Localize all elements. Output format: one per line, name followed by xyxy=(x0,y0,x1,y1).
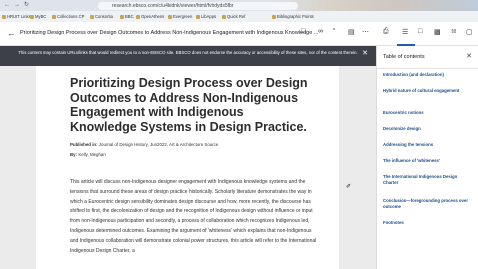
toc-title: Table of contents xyxy=(383,54,425,60)
article-abstract: This article will discuss non-Indigenous… xyxy=(70,179,317,254)
bookmark-item[interactable]: Collections CP xyxy=(52,13,84,20)
bookmark-item[interactable]: MyBC xyxy=(30,13,46,20)
table-of-contents-panel: Table of contents ✕ Introduction (and de… xyxy=(376,46,478,269)
toc-item[interactable]: The influence of 'whiteness' xyxy=(383,158,471,164)
folder-icon xyxy=(136,14,140,19)
table-of-contents-icon[interactable]: ☰ xyxy=(402,28,408,36)
bookmark-item[interactable]: Consortia xyxy=(90,13,113,20)
toc-item[interactable]: Addressing the tensions xyxy=(383,142,471,148)
folder-icon xyxy=(2,14,6,19)
toc-item[interactable]: Introduction (and declaration) xyxy=(383,72,471,78)
article-page: Prioritizing Design Process over Design … xyxy=(36,66,339,269)
bookmark-item[interactable]: LibApps xyxy=(196,13,216,20)
back-arrow-icon[interactable]: ← xyxy=(7,28,16,38)
reading-settings-icon[interactable]: □ xyxy=(418,28,422,35)
document-title: Prioritizing Design Process over Design … xyxy=(20,30,319,36)
folder-icon xyxy=(272,14,276,19)
toc-item[interactable]: Conclusion—foregrounding process over ou… xyxy=(383,198,471,209)
author-line: By: Kelly, Meghan xyxy=(70,152,106,157)
toc-item[interactable]: Footnotes xyxy=(383,220,471,226)
browser-reload-icon[interactable]: ↻ xyxy=(24,2,29,9)
translate-icon[interactable]: ▩ xyxy=(434,28,441,36)
author-link[interactable]: Kelly, Meghan xyxy=(78,152,106,157)
folder-icon xyxy=(120,14,124,19)
publication-link[interactable]: Journal of Design History, Jun2022, Art … xyxy=(99,142,219,147)
bookmark-icon[interactable]: □ xyxy=(301,28,305,35)
browser-address-bar[interactable]: research.ebsco.com/c/u4kidnk/viewer/html… xyxy=(98,2,298,10)
close-icon[interactable]: ✕ xyxy=(466,52,472,60)
fullscreen-icon[interactable]: ▢ xyxy=(466,28,473,36)
folder-icon xyxy=(196,14,200,19)
bookmark-item[interactable]: HRUIT Links xyxy=(2,13,31,20)
close-icon[interactable]: ✕ xyxy=(362,50,368,57)
link-icon[interactable]: ∞ xyxy=(318,28,323,35)
mouse-cursor-icon: ✐ xyxy=(346,184,352,190)
bookmark-item[interactable]: Bibliographic Points xyxy=(272,13,314,20)
external-links-notice: This content may contain URLs/links that… xyxy=(0,46,376,66)
toc-item[interactable]: Hybrid nature of cultural engagement xyxy=(383,88,471,94)
more-icon[interactable]: ⋯ xyxy=(362,28,369,36)
folder-icon xyxy=(168,14,172,19)
folder-icon[interactable]: ▤ xyxy=(348,28,355,36)
toc-item[interactable]: Eurocentric notions xyxy=(383,110,471,116)
article-title: Prioritizing Design Process over Design … xyxy=(70,76,308,134)
toc-item[interactable]: Decolonize design xyxy=(383,126,471,132)
browser-forward-icon[interactable]: → xyxy=(14,2,20,9)
published-in: Published in: Journal of Design History,… xyxy=(70,142,219,147)
toc-divider xyxy=(377,68,478,69)
folder-icon xyxy=(222,14,226,19)
viewer-toolbar: ← Prioritizing Design Process over Desig… xyxy=(0,22,478,46)
notice-text: This content may contain URLs/links that… xyxy=(18,50,358,55)
bookmark-item[interactable]: OpenAthens xyxy=(136,13,164,20)
toc-item[interactable]: The International Indigenous Design Char… xyxy=(383,174,471,185)
folder-icon xyxy=(90,14,94,19)
folder-icon xyxy=(30,14,34,19)
folder-icon xyxy=(52,14,56,19)
browser-back-icon[interactable]: ← xyxy=(4,2,10,9)
bookmarks-bar: HRUIT Links MyBC Collections CP Consorti… xyxy=(0,11,478,22)
quote-icon[interactable]: “ xyxy=(333,28,335,35)
print-icon[interactable]: ⎙ xyxy=(383,28,389,36)
bookmark-item[interactable]: Evergreen xyxy=(168,13,192,20)
bookmark-item[interactable]: Quick Ref xyxy=(222,13,245,20)
bookmark-item[interactable]: BBC xyxy=(120,13,134,20)
listen-icon[interactable]: ⎂ xyxy=(451,28,457,36)
